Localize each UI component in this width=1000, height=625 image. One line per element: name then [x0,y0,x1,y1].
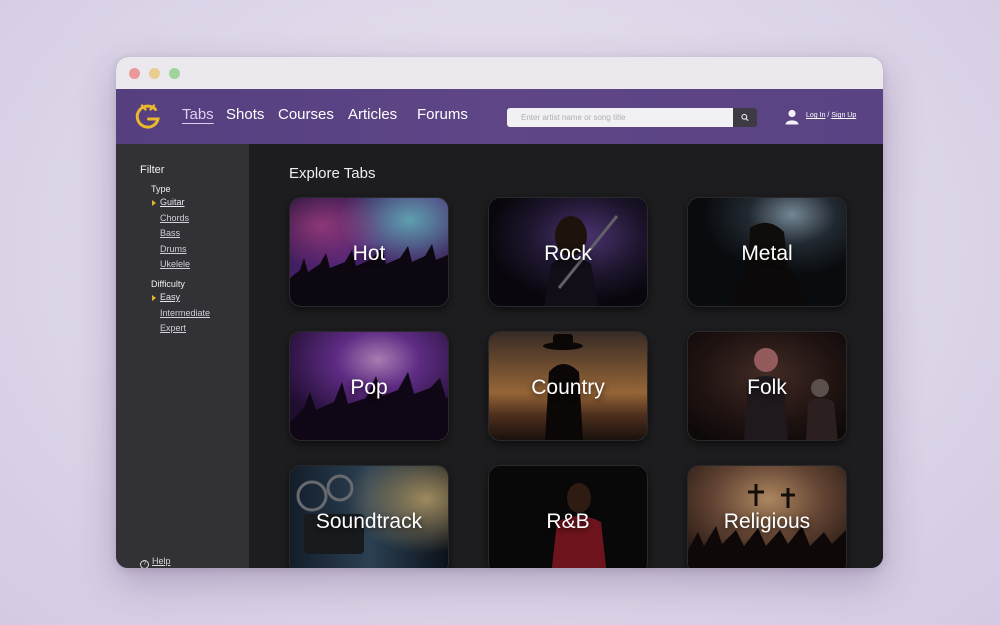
type-group-title: Type [151,184,171,194]
genre-card-soundtrack[interactable]: Soundtrack [289,465,449,568]
genre-label: Country [531,376,605,399]
genre-label: Metal [741,242,793,265]
filter-type-drums[interactable]: Drums [160,244,187,254]
maximize-window-button[interactable] [169,68,180,79]
genre-label: Religious [723,510,811,533]
login-link[interactable]: Log In [806,112,825,119]
minimize-window-button[interactable] [149,68,160,79]
genre-card-country[interactable]: Country [488,331,648,441]
nav-tabs[interactable]: Tabs [182,106,214,123]
genre-label: Folk [747,376,787,399]
search-button[interactable] [733,108,757,127]
nav-forums[interactable]: Forums [417,106,468,123]
filter-type-bass[interactable]: Bass [160,228,180,238]
filter-difficulty-intermediate[interactable]: Intermediate [160,308,210,318]
auth-separator: / [827,112,830,119]
genre-label: Soundtrack [315,510,423,533]
filter-sidebar: Filter Type Guitar Chords Bass Drums Uke… [116,144,249,568]
g-guitar-logo-icon[interactable] [133,102,163,132]
filter-title: Filter [140,164,165,176]
browser-window: Tabs Shots Courses Articles Forums Log I… [116,57,883,568]
nav-articles[interactable]: Articles [348,106,397,123]
difficulty-group-title: Difficulty [151,279,185,289]
genre-card-rnb[interactable]: R&B [488,465,648,568]
page-title: Explore Tabs [289,165,376,182]
signup-link[interactable]: Sign Up [831,112,856,119]
genre-card-folk[interactable]: Folk [687,331,847,441]
help-link[interactable]: ? Help [140,556,171,568]
genre-label: Rock [544,242,592,265]
genre-card-rock[interactable]: Rock [488,197,648,307]
selected-indicator-icon [152,200,156,206]
search-icon [741,113,749,121]
genre-label: R&B [546,510,590,533]
filter-difficulty-expert[interactable]: Expert [160,323,186,333]
genre-card-metal[interactable]: Metal [687,197,847,307]
nav-shots[interactable]: Shots [226,106,264,123]
genre-label: Hot [352,242,386,265]
filter-type-ukelele[interactable]: Ukelele [160,259,190,269]
genre-label: Pop [350,376,388,399]
close-window-button[interactable] [129,68,140,79]
help-icon: ? [140,560,149,568]
nav-courses[interactable]: Courses [278,106,334,123]
genre-card-religious[interactable]: Religious [687,465,847,568]
main-content: Explore Tabs Hot Rock Metal Pop Country … [249,144,883,568]
filter-difficulty-easy[interactable]: Easy [160,292,180,302]
window-titlebar [116,57,883,89]
filter-type-guitar[interactable]: Guitar [160,197,185,207]
user-icon[interactable] [785,109,799,125]
top-navbar: Tabs Shots Courses Articles Forums Log I… [116,89,883,144]
genre-card-hot[interactable]: Hot [289,197,449,307]
filter-type-chords[interactable]: Chords [160,213,189,223]
search-bar [507,108,757,127]
search-input[interactable] [507,108,733,127]
selected-indicator-icon [152,295,156,301]
genre-card-pop[interactable]: Pop [289,331,449,441]
auth-links: Log In / Sign Up [806,112,856,119]
